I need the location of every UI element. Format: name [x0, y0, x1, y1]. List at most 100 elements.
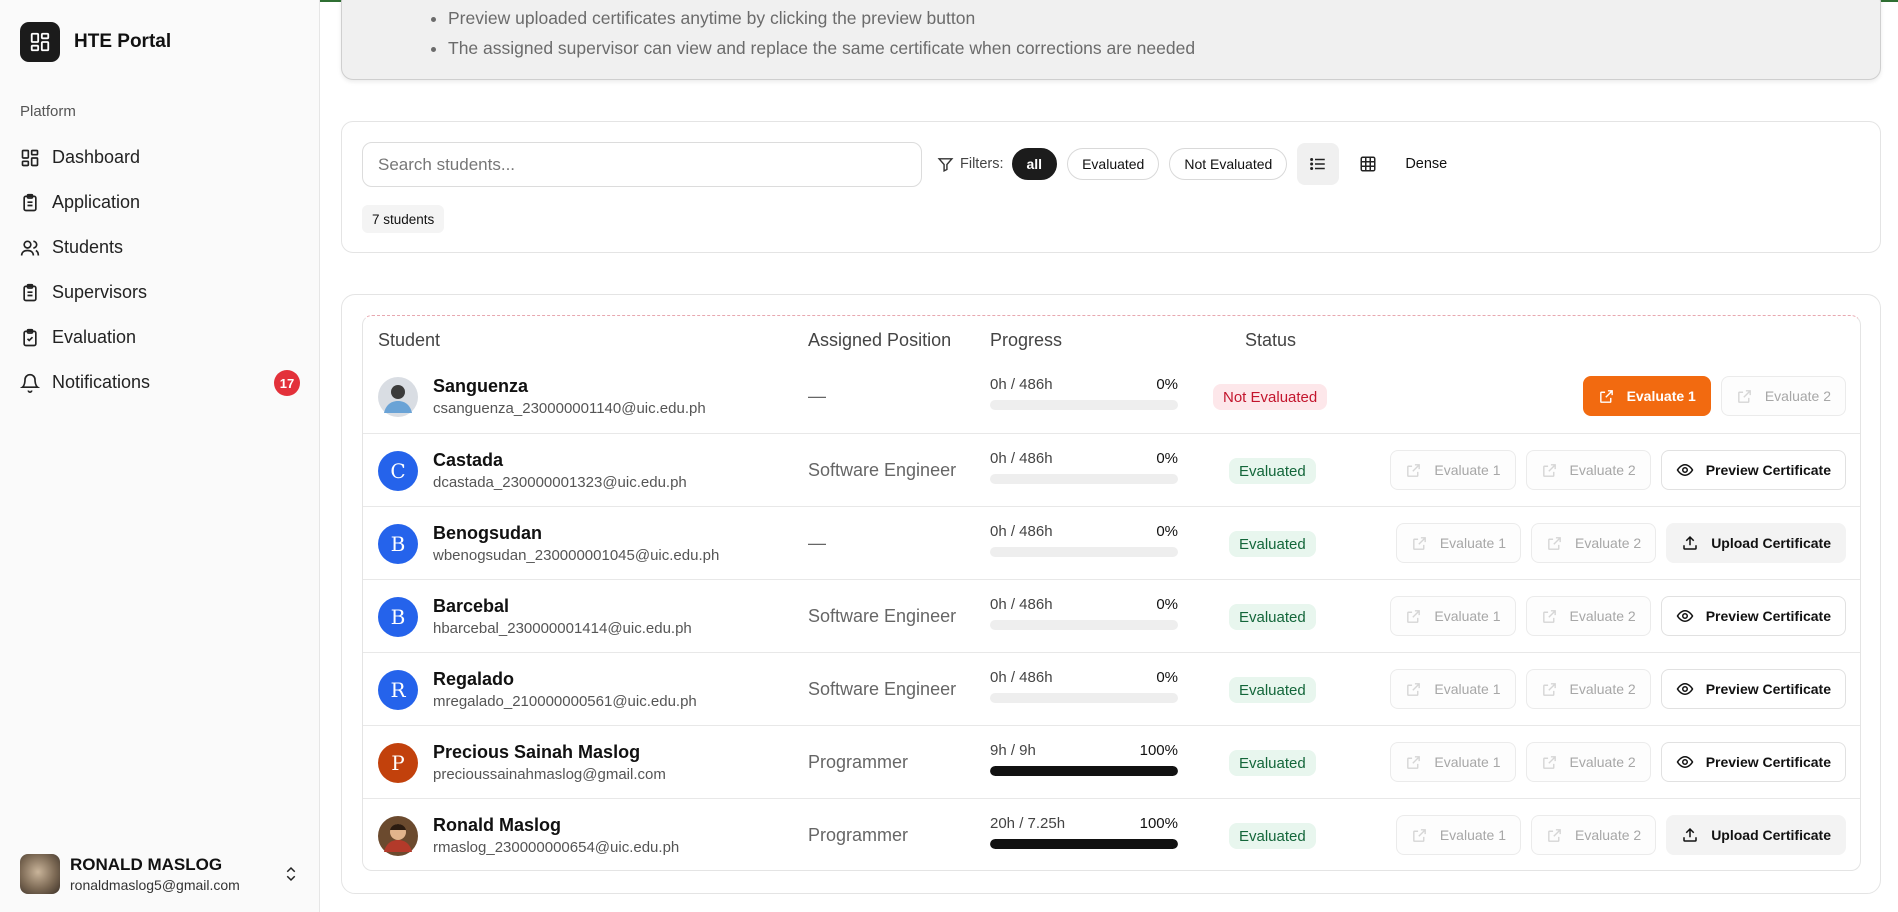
filter-chip-evaluated[interactable]: Evaluated — [1067, 148, 1160, 180]
button-label: Evaluate 1 — [1439, 827, 1507, 843]
external-link-icon — [1548, 828, 1561, 842]
external-link-icon — [1737, 389, 1751, 403]
evaluate-1-button[interactable]: Evaluate 1 — [1582, 376, 1711, 416]
table-row: Ronald Maslog rmaslog_230000000654@uic.ed… — [363, 798, 1860, 870]
assigned-position: Software Engineer — [808, 460, 957, 480]
evaluate-2-button[interactable]: Evaluate 2 — [1525, 450, 1651, 490]
external-link-icon — [1407, 682, 1421, 696]
column-header-position: Assigned Position — [808, 330, 952, 350]
evaluate-1-button[interactable]: Evaluate 1 — [1395, 523, 1522, 563]
user-info: RONALD MASLOG ronaldmaslog5@gmail.com — [70, 855, 272, 893]
progress-hours: 9h / 9h 100% — [990, 742, 1178, 759]
avatar — [20, 854, 60, 894]
brand[interactable]: HTE Portal — [20, 22, 171, 62]
grid-icon — [1360, 156, 1376, 172]
list-icon — [1310, 158, 1326, 170]
filters-label: Filters: — [937, 156, 1004, 173]
progress-bar — [990, 400, 1178, 410]
progress-hours: 0h / 486h 0% — [990, 523, 1178, 540]
button-label: Upload Certificate — [1711, 535, 1831, 551]
evaluate-1-button[interactable]: Evaluate 1 — [1395, 815, 1522, 855]
avatar-initial: P — [391, 751, 405, 775]
button-label: Evaluate 2 — [1575, 827, 1642, 843]
status-badge: Not Evaluated — [1213, 384, 1328, 410]
evaluate-2-button[interactable]: Evaluate 2 — [1720, 376, 1846, 416]
evaluate-2-button[interactable]: Evaluate 2 — [1531, 523, 1657, 563]
user-menu[interactable]: RONALD MASLOG ronaldmaslog5@gmail.com — [20, 852, 300, 896]
sidebar-item-label: Dashboard — [52, 147, 141, 167]
evaluate-1-button[interactable]: Evaluate 1 — [1390, 596, 1516, 636]
student-email: mregalado_210000000561@uic.edu.ph — [433, 693, 697, 710]
status-badge: Evaluated — [1229, 604, 1316, 630]
progress-percent: 100% — [1139, 815, 1178, 832]
sidebar-item-application[interactable]: Application — [20, 180, 300, 225]
user-name: RONALD MASLOG — [70, 855, 223, 874]
status-badge: Evaluated — [1229, 458, 1316, 484]
upload-certificate-button[interactable]: Upload Certificate — [1666, 523, 1846, 563]
avatar-initial: B — [390, 605, 406, 629]
assigned-position: Software Engineer — [808, 606, 957, 626]
search-input[interactable] — [362, 142, 922, 187]
sidebar-item-dashboard[interactable]: Dashboard — [20, 135, 300, 180]
preview-certificate-button[interactable]: Preview Certificate — [1660, 742, 1846, 782]
preview-certificate-button[interactable]: Preview Certificate — [1660, 669, 1846, 709]
filter-chip-all[interactable]: all — [1011, 148, 1058, 180]
student-email: wbenogsudan_230000001045@uic.edu.ph — [433, 547, 720, 564]
upload-certificate-button[interactable]: Upload Certificate — [1666, 815, 1846, 855]
button-label: Evaluate 1 — [1434, 754, 1501, 770]
preview-certificate-button[interactable]: Preview Certificate — [1660, 596, 1846, 636]
row-actions: Evaluate 1 Evaluate 2 Upload Certificate — [1395, 523, 1846, 563]
avatar-initial: B — [390, 532, 406, 556]
evaluate-1-button[interactable]: Evaluate 1 — [1390, 450, 1516, 490]
list-view-button[interactable] — [1297, 143, 1340, 185]
bell-icon — [20, 373, 40, 393]
sidebar-item-evaluation[interactable]: Evaluation — [20, 315, 300, 360]
progress-percent: 0% — [1156, 523, 1178, 540]
student-email: dcastada_230000001323@uic.edu.ph — [433, 474, 687, 491]
evaluate-1-button[interactable]: Evaluate 1 — [1390, 669, 1516, 709]
info-panel: Preview uploaded certificates anytime by… — [341, 0, 1881, 80]
filter-chip-not-evaluated[interactable]: Not Evaluated — [1169, 148, 1288, 180]
assigned-position: Programmer — [808, 752, 909, 772]
status-badge: Evaluated — [1229, 677, 1316, 703]
eye-icon — [1676, 755, 1694, 769]
sidebar-item-label: Supervisors — [52, 282, 148, 302]
external-link-icon — [1407, 755, 1421, 769]
users-icon — [20, 240, 40, 256]
student-name: Precious Sainah Maslog — [433, 742, 641, 762]
column-header-status: Status — [1245, 330, 1297, 350]
evaluate-2-button[interactable]: Evaluate 2 — [1525, 669, 1651, 709]
sidebar-item-students[interactable]: Students — [20, 225, 300, 270]
avatar: B — [378, 597, 418, 637]
button-label: Evaluate 1 — [1439, 535, 1507, 551]
avatar-initial: C — [390, 459, 406, 483]
preview-certificate-button[interactable]: Preview Certificate — [1660, 450, 1846, 490]
student-email: csanguenza_230000001140@uic.edu.ph — [433, 400, 706, 417]
evaluate-2-button[interactable]: Evaluate 2 — [1531, 815, 1657, 855]
grid-view-button[interactable] — [1347, 143, 1389, 185]
evaluate-2-button[interactable]: Evaluate 2 — [1525, 596, 1651, 636]
student-name: Benogsudan — [433, 523, 543, 543]
dense-toggle[interactable]: Dense — [1405, 156, 1447, 172]
button-label: Evaluate 1 — [1434, 608, 1501, 624]
evaluate-2-button[interactable]: Evaluate 2 — [1525, 742, 1651, 782]
evaluate-1-button[interactable]: Evaluate 1 — [1390, 742, 1516, 782]
button-label: Evaluate 1 — [1434, 681, 1501, 697]
progress-percent: 0% — [1156, 596, 1178, 613]
button-label: Evaluate 2 — [1569, 462, 1636, 478]
sidebar-item-notifications[interactable]: Notifications 17 — [20, 360, 300, 405]
status-badge: Evaluated — [1229, 531, 1316, 557]
clipboard-icon — [23, 193, 37, 211]
button-label: Evaluate 1 — [1434, 462, 1501, 478]
avatar — [378, 816, 418, 856]
clipboard-list-icon — [23, 283, 37, 301]
progress-hours: 20h / 7.25h 100% — [990, 815, 1178, 832]
students-table-panel: Student Assigned Position Progress Statu… — [341, 294, 1881, 894]
dashboard-logo-icon — [20, 22, 60, 62]
app-name: HTE Portal — [74, 31, 172, 52]
table-row: C Castada dcastada_230000001323@uic.edu.ph… — [363, 433, 1860, 506]
progress-hours-text: 9h / 9h — [990, 742, 1036, 759]
sidebar-item-supervisors[interactable]: Supervisors — [20, 270, 300, 315]
filter-bar: Filters: all Evaluated Not Evaluated Den… — [937, 143, 1447, 185]
app-window: HTE Portal Platform Dashboard Applicatio… — [0, 0, 1898, 912]
